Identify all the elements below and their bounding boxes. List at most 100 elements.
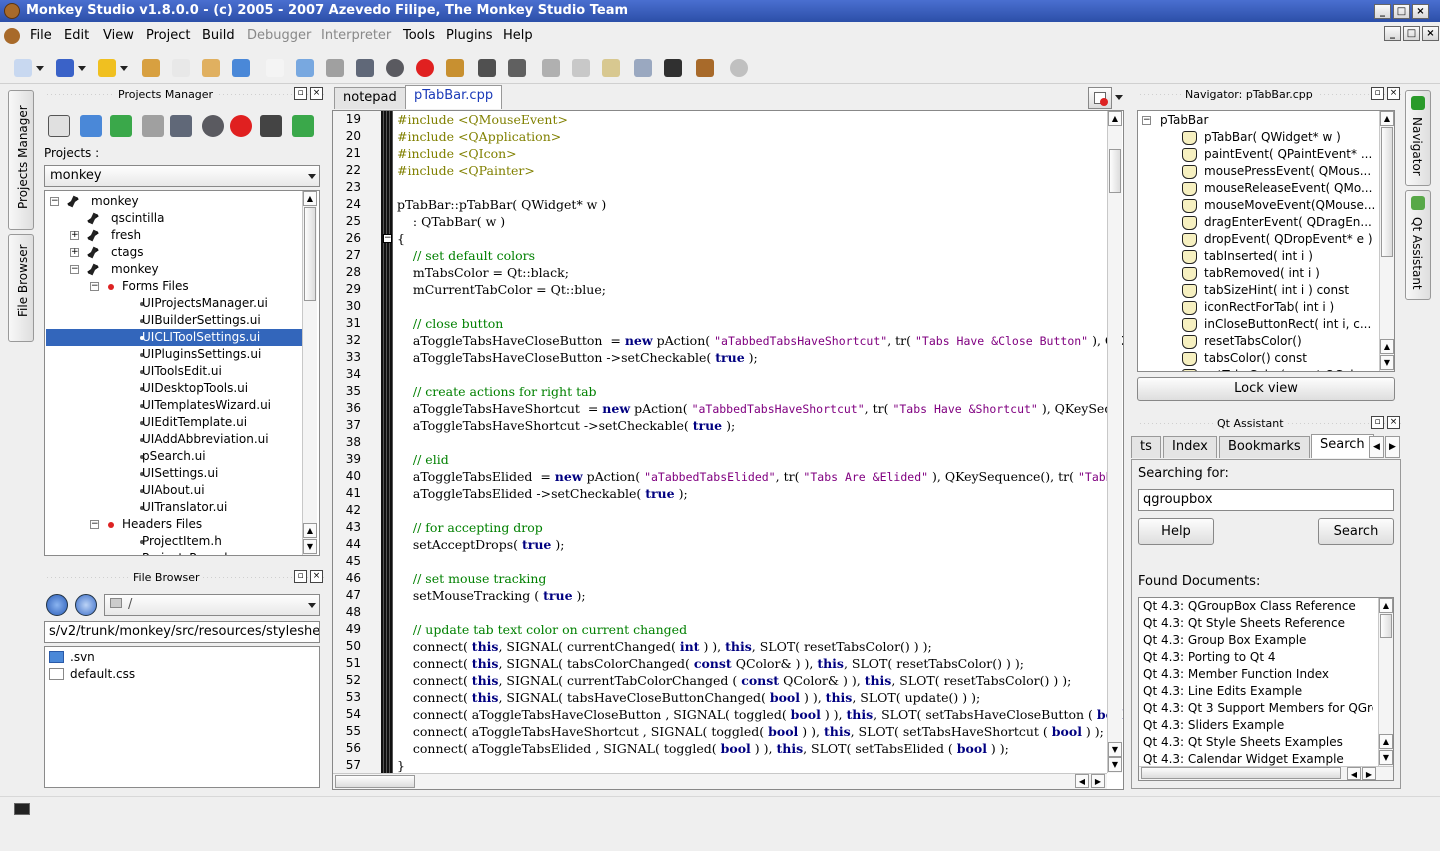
tree-item[interactable]: UIProjectsManager.ui	[46, 295, 302, 312]
scroll-up-icon[interactable]: ▲	[303, 523, 317, 538]
menu-item[interactable]: Debugger	[247, 28, 311, 43]
collapse-icon[interactable]: −	[50, 197, 59, 206]
search-button[interactable]: Search	[1318, 518, 1394, 545]
tree-item[interactable]: − monkey	[46, 193, 302, 210]
tree-item[interactable]: qscintilla	[46, 210, 302, 227]
scroll-left-icon[interactable]: ◀	[1075, 774, 1089, 788]
tab-notepad[interactable]: notepad	[334, 87, 406, 109]
mdi-restore-button[interactable]: □	[1403, 26, 1420, 41]
save-project-icon[interactable]	[142, 115, 164, 137]
menu-item[interactable]: Help	[503, 28, 533, 43]
tree-item[interactable]: UITemplatesWizard.ui	[46, 397, 302, 414]
add-files-icon[interactable]	[292, 115, 314, 137]
paste-icon[interactable]	[602, 59, 620, 77]
tree-item[interactable]: UISettings.ui	[46, 465, 302, 482]
search-replace-icon[interactable]	[634, 59, 652, 77]
menu-item[interactable]: Tools	[403, 28, 435, 43]
menu-item[interactable]: Build	[202, 28, 235, 43]
run-icon[interactable]	[232, 59, 250, 77]
editor-vertical-scrollbar[interactable]: ▲ ▼ ▼	[1107, 111, 1122, 773]
scrollbar-thumb[interactable]	[1141, 767, 1341, 779]
app-menu-icon[interactable]	[4, 28, 20, 44]
expand-icon[interactable]: +	[70, 248, 79, 257]
result-item[interactable]: Qt 4.3: Group Box Example	[1143, 632, 1373, 649]
sidebar-tab-navigator[interactable]: Navigator	[1405, 90, 1431, 186]
go-up-icon[interactable]	[46, 594, 68, 616]
tree-item[interactable]: ProjectItem.h	[46, 533, 302, 550]
result-item[interactable]: Qt 4.3: Qt Style Sheets Reference	[1143, 615, 1373, 632]
save-all-icon[interactable]	[356, 59, 374, 77]
scroll-up-icon[interactable]: ▲	[1379, 598, 1393, 613]
sidebar-tab-qt-assistant[interactable]: Qt Assistant	[1405, 190, 1431, 300]
scroll-down-icon[interactable]: ▼	[1380, 355, 1394, 370]
float-panel-button[interactable]: ▫	[1371, 416, 1384, 429]
file-list[interactable]: .svn default.css	[44, 646, 320, 788]
copy-icon[interactable]	[572, 59, 590, 77]
print-icon[interactable]	[446, 59, 464, 77]
found-documents-list[interactable]: Qt 4.3: QGroupBox Class Reference Qt 4.3:…	[1138, 597, 1394, 781]
file-item[interactable]: .svn	[49, 649, 95, 666]
execute-icon[interactable]	[664, 59, 682, 77]
close-all-icon[interactable]	[416, 59, 434, 77]
menu-item[interactable]: Project	[146, 28, 190, 43]
tree-item[interactable]: − Forms Files	[46, 278, 302, 295]
menu-item[interactable]: Interpreter	[321, 28, 391, 43]
menu-item[interactable]: Edit	[64, 28, 89, 43]
sidebar-tab-file-browser[interactable]: File Browser	[8, 234, 34, 342]
results-vertical-scrollbar[interactable]: ▲ ▲ ▼	[1378, 598, 1393, 766]
close-panel-button[interactable]: ×	[310, 570, 323, 583]
menu-item[interactable]: View	[103, 28, 134, 43]
tree-item[interactable]: UIAbout.ui	[46, 482, 302, 499]
projects-tree[interactable]: − monkey qscintilla + fresh + ctags − monkey − For…	[44, 190, 320, 556]
new-project-icon[interactable]	[110, 115, 132, 137]
scroll-up-icon[interactable]: ▲	[1379, 734, 1393, 749]
menu-item[interactable]: File	[30, 28, 52, 43]
scroll-left-icon[interactable]: ◀	[1347, 767, 1361, 780]
plugin-icon[interactable]	[56, 59, 86, 77]
cut-icon[interactable]	[542, 59, 560, 77]
collapse-icon[interactable]: −	[90, 282, 99, 291]
editor-horizontal-scrollbar[interactable]: ◀ ▶	[333, 773, 1107, 789]
result-item[interactable]: Qt 4.3: Line Edits Example	[1143, 683, 1373, 700]
collapse-icon[interactable]: −	[90, 520, 99, 529]
tree-item[interactable]: UIDesktopTools.ui	[46, 380, 302, 397]
search-query-input[interactable]: qgroupbox	[1138, 489, 1394, 511]
close-panel-button[interactable]: ×	[1387, 416, 1400, 429]
save-all-projects-icon[interactable]	[170, 115, 192, 137]
close-panel-button[interactable]: ×	[1387, 87, 1400, 100]
redo-icon[interactable]	[508, 59, 526, 77]
code-editor[interactable]: 19 20 21 22 23 24 25 26 27 28 29 30 31 32 33 34 35 36 37 38…	[332, 110, 1124, 790]
float-panel-button[interactable]: ▫	[294, 87, 307, 100]
scroll-down-icon[interactable]: ▼	[1108, 757, 1122, 772]
scroll-down-icon[interactable]: ▼	[1379, 750, 1393, 765]
open-file-icon[interactable]	[296, 59, 314, 77]
close-panel-button[interactable]: ×	[310, 87, 323, 100]
maximize-button[interactable]: □	[1393, 4, 1410, 19]
favorite-icon[interactable]	[98, 59, 128, 77]
result-item[interactable]: Qt 4.3: Qt Style Sheets Examples	[1143, 734, 1373, 751]
tree-item[interactable]: UICLIToolSettings.ui	[46, 329, 302, 346]
scrollbar-thumb[interactable]	[304, 207, 316, 301]
results-horizontal-scrollbar[interactable]: ◀ ▶	[1139, 766, 1393, 780]
new-project-icon[interactable]	[14, 59, 44, 77]
tree-item[interactable]: UIEditTemplate.ui	[46, 414, 302, 431]
close-all-projects-icon[interactable]	[230, 115, 252, 137]
mdi-close-button[interactable]: ×	[1422, 26, 1439, 41]
tab-index[interactable]: Index	[1163, 436, 1217, 458]
scroll-down-icon[interactable]: ▼	[303, 539, 317, 554]
tab-bookmarks[interactable]: Bookmarks	[1219, 436, 1310, 458]
file-item[interactable]: default.css	[49, 666, 135, 683]
open-project-icon[interactable]	[80, 115, 102, 137]
navigator-vertical-scrollbar[interactable]: ▲ ▲ ▼	[1379, 111, 1394, 371]
tab-scroll-left-icon[interactable]: ◀	[1369, 436, 1384, 458]
save-icon[interactable]	[326, 59, 344, 77]
scroll-up-icon[interactable]: ▲	[1380, 111, 1394, 126]
tree-item[interactable]: UIAddAbbreviation.ui	[46, 431, 302, 448]
tab-search[interactable]: Search	[1311, 434, 1374, 458]
build-icon[interactable]	[202, 59, 220, 77]
scroll-up-icon[interactable]: ▲	[1108, 111, 1122, 126]
fold-margin[interactable]	[381, 111, 393, 773]
scrollbar-thumb[interactable]	[1380, 614, 1392, 638]
path-field[interactable]: s/v2/trunk/monkey/src/resources/styleshe…	[44, 621, 320, 643]
help-button[interactable]: Help	[1138, 518, 1214, 545]
